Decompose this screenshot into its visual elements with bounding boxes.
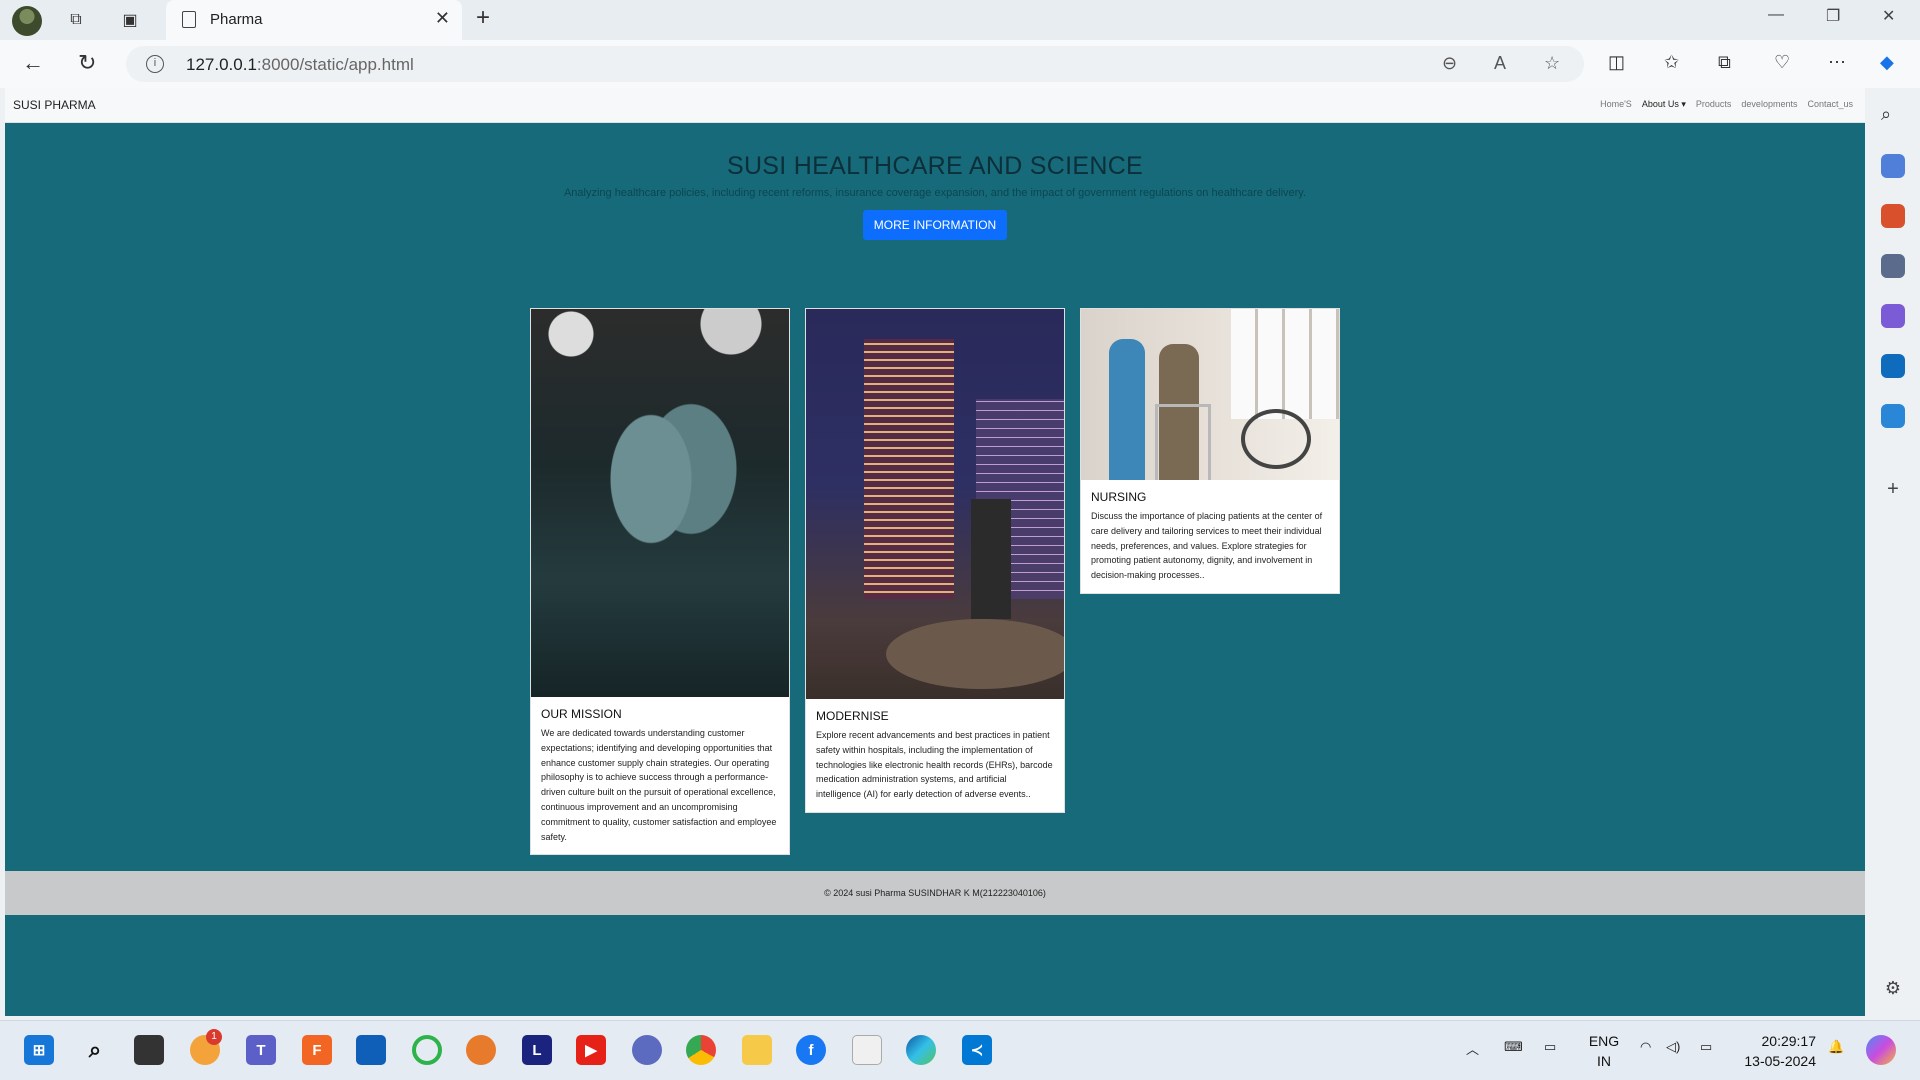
copilot-icon[interactable]: ◆ (1880, 52, 1894, 73)
document-app-icon[interactable] (852, 1035, 882, 1065)
browser-essentials-icon[interactable]: ♡ (1774, 52, 1790, 73)
read-aloud-icon[interactable]: A (1494, 53, 1506, 74)
site-navbar: SUSI PHARMA Home'S About Us ▾ Products d… (5, 88, 1865, 123)
collections-icon[interactable]: ⧉ (1718, 52, 1731, 73)
site-info-icon[interactable]: i (146, 55, 164, 73)
nav-home[interactable]: Home'S (1600, 99, 1632, 110)
notifications-bell-icon[interactable]: 🔔 (1828, 1039, 1844, 1055)
profile-avatar[interactable] (12, 6, 42, 36)
shopping-icon[interactable] (1881, 154, 1905, 178)
favorite-star-icon[interactable]: ☆ (1544, 53, 1560, 74)
favorites-icon[interactable]: ✩ (1664, 52, 1679, 73)
site-footer: © 2024 susi Pharma SUSINDHAR K M(2122230… (5, 871, 1865, 915)
caret-down-icon: ▾ (1681, 99, 1686, 109)
card-text: Discuss the importance of placing patien… (1091, 511, 1323, 581)
chevron-up-icon[interactable]: ︿ (1466, 1039, 1479, 1058)
nursing-image (1081, 309, 1339, 480)
restore-icon[interactable]: ❐ (1826, 6, 1840, 26)
card-modernise: MODERNISE Explore recent advancements an… (805, 308, 1065, 813)
nav-contact[interactable]: Contact_us (1807, 99, 1853, 110)
split-screen-icon[interactable]: ◫ (1608, 52, 1625, 73)
notification-badge: 1 (206, 1029, 222, 1045)
card-title: MODERNISE (816, 709, 889, 723)
volume-icon[interactable]: ◁) (1666, 1039, 1680, 1055)
youtube-icon[interactable]: ▶ (576, 1035, 606, 1065)
teams-icon[interactable]: T (246, 1035, 276, 1065)
add-icon[interactable]: + (1881, 478, 1905, 502)
page-icon (182, 11, 196, 28)
nav-about-us[interactable]: About Us ▾ (1642, 99, 1686, 110)
search-icon[interactable]: ⌕ (1881, 104, 1905, 128)
close-tab-icon[interactable]: ✕ (435, 8, 450, 29)
refresh-icon[interactable]: ↻ (78, 50, 96, 76)
browser-tab[interactable]: Pharma ✕ (166, 0, 462, 40)
hospital-building-image (806, 309, 1064, 699)
hero-subtitle: Analyzing healthcare policies, including… (563, 187, 1307, 199)
back-icon[interactable]: ← (22, 50, 44, 76)
l-app-icon[interactable]: L (522, 1035, 552, 1065)
close-window-icon[interactable]: ✕ (1882, 6, 1895, 26)
facebook-icon[interactable]: f (796, 1035, 826, 1065)
start-windows-icon[interactable]: ⊞ (24, 1035, 54, 1065)
outlook-icon[interactable] (1881, 354, 1905, 378)
tablet-mode-icon[interactable]: ▭ (1544, 1039, 1556, 1055)
minimize-icon[interactable]: — (1768, 6, 1784, 24)
file-explorer-icon[interactable] (742, 1035, 772, 1065)
hero-title: SUSI HEALTHCARE AND SCIENCE (726, 152, 1144, 180)
tab-strip: ⧉ ▣ Pharma ✕ + — ❐ ✕ (0, 0, 1920, 40)
firefox-icon[interactable] (466, 1035, 496, 1065)
settings-gear-icon[interactable]: ⚙ (1881, 978, 1905, 1002)
chrome-icon[interactable] (686, 1035, 716, 1065)
tab-title: Pharma (210, 11, 263, 28)
card-mission: OUR MISSION We are dedicated towards und… (530, 308, 790, 856)
nav-products[interactable]: Products (1696, 99, 1732, 110)
tab-actions-icon[interactable]: ▣ (116, 6, 144, 34)
edge-sidebar: ⌕ + ⚙ (1866, 88, 1920, 1018)
surgery-image (531, 309, 789, 697)
address-bar[interactable]: i 127.0.0.1:8000/static/app.html ⊖ A ☆ (126, 46, 1584, 82)
card-text: Explore recent advancements and best pra… (816, 730, 1053, 800)
edge-icon[interactable] (906, 1035, 936, 1065)
more-information-button[interactable]: MORE INFORMATION (862, 210, 1008, 240)
card-text: We are dedicated towards understanding c… (541, 728, 777, 842)
task-view-icon[interactable] (134, 1035, 164, 1065)
sync-app-icon[interactable] (412, 1035, 442, 1065)
send-icon[interactable] (1881, 404, 1905, 428)
card-title: OUR MISSION (541, 707, 622, 721)
nav-developments[interactable]: developments (1741, 99, 1797, 110)
vscode-icon[interactable]: ≺ (962, 1035, 992, 1065)
battery-icon[interactable]: ▭ (1700, 1039, 1712, 1055)
copilot-taskbar-icon[interactable] (1866, 1035, 1896, 1065)
zoom-out-icon[interactable]: ⊖ (1442, 53, 1457, 74)
url-text[interactable]: 127.0.0.1:8000/static/app.html (186, 55, 414, 75)
page-viewport: SUSI PHARMA Home'S About Us ▾ Products d… (5, 88, 1865, 1016)
taskbar-search-icon[interactable]: ⌕ (80, 1035, 110, 1065)
site-brand[interactable]: SUSI PHARMA (13, 98, 96, 112)
new-tab-icon[interactable]: + (476, 4, 490, 32)
arc-app-icon[interactable] (632, 1035, 662, 1065)
nav-links: Home'S About Us ▾ Products developments … (1600, 99, 1853, 110)
tools-icon[interactable] (1881, 204, 1905, 228)
browser-toolbar: ← ↻ i 127.0.0.1:8000/static/app.html ⊖ A… (0, 40, 1920, 88)
card-nursing: NURSING Discuss the importance of placin… (1080, 308, 1340, 594)
hero-section: SUSI HEALTHCARE AND SCIENCE Analyzing he… (5, 152, 1865, 240)
games-icon[interactable] (1881, 254, 1905, 278)
more-menu-icon[interactable]: ⋯ (1828, 52, 1846, 73)
wifi-icon[interactable]: ◠ (1640, 1039, 1651, 1055)
language-indicator[interactable]: ENG IN (1584, 1031, 1624, 1071)
keyboard-icon[interactable]: ⌨ (1504, 1039, 1523, 1055)
workspaces-icon[interactable]: ⧉ (62, 6, 90, 34)
microsoft365-icon[interactable] (1881, 304, 1905, 328)
card-title: NURSING (1091, 490, 1147, 504)
windows-taskbar: ⊞ ⌕ 1 T F L ▶ f ≺ ︿ ⌨ ▭ ENG IN ◠ ◁) ▭ 20:… (0, 1020, 1920, 1080)
fusion360-icon[interactable]: F (302, 1035, 332, 1065)
store-icon[interactable] (356, 1035, 386, 1065)
clock[interactable]: 20:29:17 13-05-2024 (1740, 1031, 1816, 1071)
